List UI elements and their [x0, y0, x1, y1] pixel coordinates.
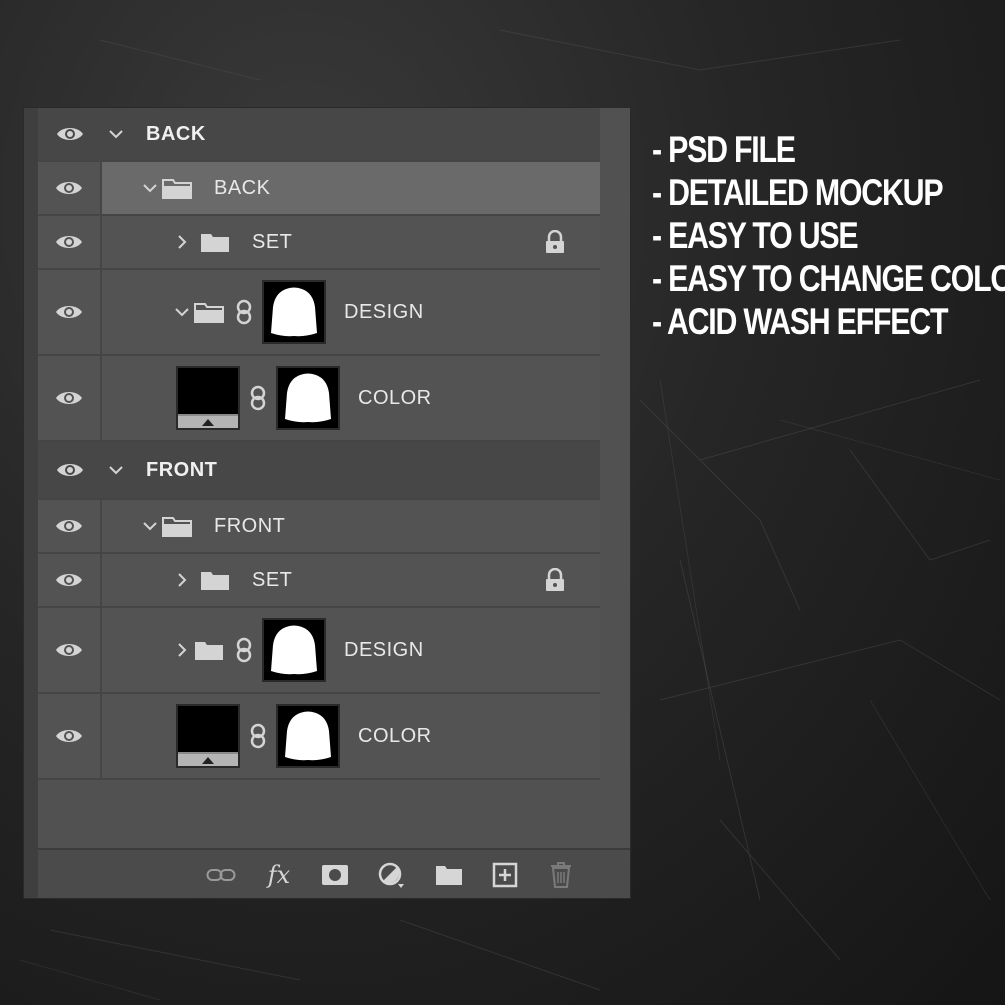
layer-name: DESIGN — [344, 300, 424, 323]
layer-name: BACK — [146, 122, 206, 145]
fill-indicator — [178, 414, 238, 428]
link-icon[interactable] — [250, 723, 266, 749]
layer-design-front[interactable]: DESIGN — [38, 608, 600, 694]
feature-item: - DETAILED MOCKUP — [652, 172, 944, 213]
folder-icon — [201, 572, 229, 590]
feature-item: - EASY TO CHANGE COLOR — [652, 258, 1005, 299]
mask-icon — [322, 865, 348, 885]
visibility-toggle[interactable] — [38, 356, 102, 440]
visibility-toggle[interactable] — [38, 694, 102, 778]
layer-name: SET — [252, 568, 293, 591]
feature-item: - PSD FILE — [652, 129, 796, 170]
eye-icon — [56, 236, 82, 248]
layer-mask-thumbnail[interactable] — [262, 618, 326, 682]
eye-icon — [56, 520, 82, 532]
new-layer-button[interactable] — [490, 861, 520, 889]
jacket-silhouette-icon — [271, 625, 317, 675]
link-icon[interactable] — [236, 637, 252, 663]
eye-icon — [56, 392, 82, 404]
visibility-toggle[interactable] — [38, 608, 102, 692]
chevron-right-icon[interactable] — [174, 234, 190, 250]
visibility-toggle[interactable] — [38, 216, 102, 268]
layer-name: COLOR — [358, 386, 432, 409]
adjustment-layer-button[interactable] — [376, 861, 406, 889]
layer-set-front[interactable]: SET — [38, 554, 600, 608]
trash-icon — [551, 862, 571, 888]
feature-item: - EASY TO USE — [652, 215, 859, 256]
link-icon[interactable] — [236, 299, 252, 325]
layer-mask-thumbnail[interactable] — [262, 280, 326, 344]
fx-label: fx — [267, 861, 291, 889]
layer-set-back[interactable]: SET — [38, 216, 600, 270]
eye-icon — [56, 306, 82, 318]
layer-name: FRONT — [214, 514, 286, 537]
chevron-down-icon[interactable] — [142, 518, 158, 534]
jacket-silhouette-icon — [285, 711, 331, 761]
eye-icon — [56, 730, 82, 742]
folder-open-icon — [194, 303, 224, 323]
chevron-down-icon[interactable] — [108, 462, 124, 478]
eye-icon — [57, 128, 83, 140]
chain-link-icon — [206, 869, 236, 881]
delete-layer-button[interactable] — [546, 861, 576, 889]
fill-indicator — [178, 752, 238, 766]
folder-open-icon — [162, 517, 192, 537]
folder-icon — [195, 642, 223, 660]
layer-name: BACK — [214, 176, 271, 199]
color-fill-thumbnail[interactable] — [176, 704, 240, 768]
visibility-toggle[interactable] — [38, 162, 102, 214]
jacket-silhouette-icon — [271, 287, 317, 337]
layer-style-button[interactable]: fx — [264, 861, 294, 889]
layer-name: FRONT — [146, 458, 218, 481]
visibility-toggle[interactable] — [38, 442, 102, 498]
layers-panel: BACK BACK SET DESIGN COLOR FRONT FRONT S… — [24, 108, 630, 898]
new-group-button[interactable] — [434, 861, 464, 889]
chevron-down-icon[interactable] — [142, 180, 158, 196]
eye-icon — [57, 464, 83, 476]
layer-group-front[interactable]: FRONT — [38, 442, 600, 500]
feature-list: - PSD FILE - DETAILED MOCKUP - EASY TO U… — [652, 128, 1005, 343]
layer-color-front[interactable]: COLOR — [38, 694, 600, 780]
layer-group-back[interactable]: BACK — [38, 108, 600, 162]
layer-mask-thumbnail[interactable] — [276, 704, 340, 768]
lock-icon — [546, 230, 564, 253]
eye-icon — [56, 644, 82, 656]
eye-icon — [56, 574, 82, 586]
layer-design-back[interactable]: DESIGN — [38, 270, 600, 356]
folder-icon — [201, 234, 229, 252]
layer-folder-back[interactable]: BACK — [38, 162, 600, 216]
plus-square-icon — [492, 862, 518, 888]
layers-toolbar: fx — [38, 848, 630, 898]
eye-icon — [56, 182, 82, 194]
chevron-down-icon[interactable] — [108, 126, 124, 142]
add-mask-button[interactable] — [320, 861, 350, 889]
folder-open-icon — [162, 179, 192, 199]
layer-name: SET — [252, 230, 293, 253]
layer-name: DESIGN — [344, 638, 424, 661]
chevron-right-icon[interactable] — [174, 642, 190, 658]
layer-name: COLOR — [358, 724, 432, 747]
feature-item: - ACID WASH EFFECT — [652, 301, 949, 342]
chevron-right-icon[interactable] — [174, 572, 190, 588]
layer-mask-thumbnail[interactable] — [276, 366, 340, 430]
layer-color-back[interactable]: COLOR — [38, 356, 600, 442]
half-circle-icon — [378, 862, 404, 888]
jacket-silhouette-icon — [285, 373, 331, 423]
color-fill-thumbnail[interactable] — [176, 366, 240, 430]
chevron-down-icon[interactable] — [174, 304, 190, 320]
lock-icon — [546, 568, 564, 591]
folder-icon — [436, 866, 462, 885]
visibility-toggle[interactable] — [38, 500, 102, 552]
link-icon[interactable] — [250, 385, 266, 411]
visibility-toggle[interactable] — [38, 270, 102, 354]
visibility-toggle[interactable] — [38, 554, 102, 606]
visibility-toggle[interactable] — [38, 108, 102, 160]
link-layers-button[interactable] — [206, 861, 236, 889]
layer-folder-front[interactable]: FRONT — [38, 500, 600, 554]
